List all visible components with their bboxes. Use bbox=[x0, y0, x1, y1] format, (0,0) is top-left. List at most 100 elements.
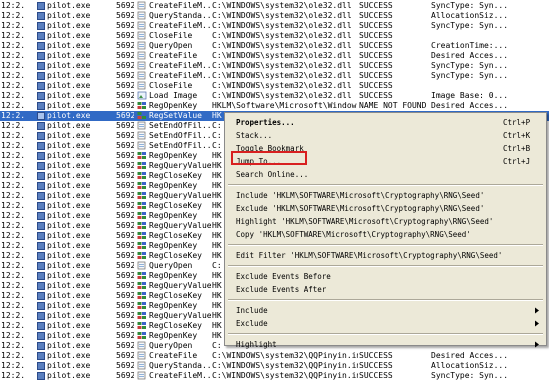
menu-item[interactable]: Include bbox=[225, 304, 546, 317]
time-cell: 12:2... bbox=[1, 101, 27, 110]
file-icon bbox=[137, 71, 147, 80]
registry-icon bbox=[137, 111, 147, 120]
pid-cell: 5692 bbox=[116, 291, 134, 300]
menu-item[interactable]: Search Online... bbox=[225, 168, 546, 181]
table-row[interactable]: 12:2... pilot.exe 5692 CloseFile C:\WINDOWS\… bbox=[0, 31, 549, 41]
operation-cell: RegOpenKey bbox=[149, 151, 198, 160]
table-row[interactable]: 12:2... pilot.exe 5692 CreateFileM...C:\WIN… bbox=[0, 371, 549, 381]
file-icon bbox=[137, 61, 147, 70]
pid-cell: 5692 bbox=[116, 51, 134, 60]
pid-cell: 5692 bbox=[116, 251, 134, 260]
menu-separator bbox=[228, 299, 543, 301]
table-row[interactable]: 12:2... pilot.exe 5692 CreateFileM...C:\WIN… bbox=[0, 21, 549, 31]
menu-item[interactable]: Highlight bbox=[225, 338, 546, 351]
process-cell: pilot.exe bbox=[47, 251, 91, 260]
registry-icon bbox=[137, 201, 147, 210]
result-cell: SUCCESS bbox=[359, 61, 393, 70]
table-row[interactable]: 12:2... pilot.exe 5692 CreateFileM...C:\WIN… bbox=[0, 1, 549, 11]
table-row[interactable]: 12:2... pilot.exe 5692 CreateFile C:\WINDOWS… bbox=[0, 351, 549, 361]
detail-cell: CreationTime:... bbox=[431, 41, 509, 50]
menu-item[interactable]: Edit Filter 'HKLM\SOFTWARE\Microsoft\Cry… bbox=[225, 249, 546, 262]
file-icon bbox=[137, 121, 147, 130]
menu-item[interactable]: Copy 'HKLM\SOFTWARE\Microsoft\Cryptograp… bbox=[225, 228, 546, 241]
pid-cell: 5692 bbox=[116, 201, 134, 210]
menu-item[interactable]: Exclude 'HKLM\SOFTWARE\Microsoft\Cryptog… bbox=[225, 202, 546, 215]
time-cell: 12:2... bbox=[1, 341, 27, 350]
process-icon bbox=[37, 232, 45, 240]
time-cell: 12:2... bbox=[1, 131, 27, 140]
operation-cell: RegCloseKey bbox=[149, 201, 202, 210]
process-cell: pilot.exe bbox=[47, 131, 91, 140]
operation-cell: RegOpenKey bbox=[149, 211, 198, 220]
registry-icon bbox=[137, 221, 147, 230]
result-cell: SUCCESS bbox=[359, 11, 393, 20]
table-row[interactable]: 12:2... pilot.exe 5692 CreateFileM...C:\WIN… bbox=[0, 61, 549, 71]
pid-cell: 5692 bbox=[116, 1, 134, 10]
table-row[interactable]: 12:2... pilot.exe 5692 CloseFile C:\WINDOWS\… bbox=[0, 81, 549, 91]
result-cell: SUCCESS bbox=[359, 31, 393, 40]
table-row[interactable]: 12:2... pilot.exe 5692 QueryStanda...C:\WIN… bbox=[0, 11, 549, 21]
pid-cell: 5692 bbox=[116, 11, 134, 20]
process-icon bbox=[37, 362, 45, 370]
registry-icon bbox=[137, 271, 147, 280]
table-row[interactable]: 12:2... pilot.exe 5692 CreateFileM...C:\WIN… bbox=[0, 71, 549, 81]
menu-item[interactable]: Stack... Ctrl+K bbox=[225, 129, 546, 142]
table-row[interactable]: 12:2... pilot.exe 5692 Load Image C:\WINDOWS… bbox=[0, 91, 549, 101]
file-icon bbox=[137, 31, 147, 40]
pid-cell: 5692 bbox=[116, 371, 134, 380]
pid-cell: 5692 bbox=[116, 111, 134, 120]
pid-cell: 5692 bbox=[116, 211, 134, 220]
detail-cell bbox=[431, 81, 549, 91]
operation-cell: CreateFileM... bbox=[149, 61, 211, 70]
menu-item[interactable]: Include 'HKLM\SOFTWARE\Microsoft\Cryptog… bbox=[225, 189, 546, 202]
process-icon bbox=[37, 352, 45, 360]
process-cell: pilot.exe bbox=[47, 231, 91, 240]
process-icon bbox=[37, 192, 45, 200]
time-cell: 12:2... bbox=[1, 191, 27, 200]
result-cell: SUCCESS bbox=[359, 41, 393, 50]
pid-cell: 5692 bbox=[116, 271, 134, 280]
process-cell: pilot.exe bbox=[47, 41, 91, 50]
detail-cell: SyncType: Syn... bbox=[431, 61, 509, 70]
time-cell: 12:2... bbox=[1, 241, 27, 250]
menu-item[interactable]: Highlight 'HKLM\SOFTWARE\Microsoft\Crypt… bbox=[225, 215, 546, 228]
table-row[interactable]: 12:2... pilot.exe 5692 CreateFile C:\WINDOWS… bbox=[0, 51, 549, 61]
table-row[interactable]: 12:2... pilot.exe 5692 QueryOpen C:\WINDOWS\… bbox=[0, 41, 549, 51]
operation-cell: SetEndOfFil... bbox=[149, 131, 211, 140]
time-cell: 12:2... bbox=[1, 81, 27, 90]
path-cell: C:\WINDOWS\system32\QQPinyin.ime bbox=[212, 351, 358, 360]
result-cell: SUCCESS bbox=[359, 71, 393, 80]
time-cell: 12:2... bbox=[1, 211, 27, 220]
registry-icon bbox=[137, 311, 147, 320]
pid-cell: 5692 bbox=[116, 351, 134, 360]
file-icon bbox=[137, 351, 147, 360]
menu-item-label: Edit Filter 'HKLM\SOFTWARE\Microsoft\Cry… bbox=[236, 251, 503, 260]
detail-cell: SyncType: Syn... bbox=[431, 371, 509, 380]
process-cell: pilot.exe bbox=[47, 201, 91, 210]
time-cell: 12:2... bbox=[1, 281, 27, 290]
time-cell: 12:2... bbox=[1, 151, 27, 160]
operation-cell: QueryOpen bbox=[149, 261, 193, 270]
annotation-box bbox=[231, 151, 307, 165]
menu-item[interactable]: Exclude bbox=[225, 317, 546, 330]
operation-cell: CreateFile bbox=[149, 351, 198, 360]
process-icon bbox=[37, 12, 45, 20]
menu-item[interactable]: Exclude Events Before bbox=[225, 270, 546, 283]
menu-item[interactable]: Exclude Events After bbox=[225, 283, 546, 296]
process-icon bbox=[37, 342, 45, 350]
pid-cell: 5692 bbox=[116, 41, 134, 50]
table-row[interactable]: 12:2... pilot.exe 5692 RegOpenKey HKLM\Softw… bbox=[0, 101, 549, 111]
file-icon bbox=[137, 51, 147, 60]
process-icon bbox=[37, 52, 45, 60]
menu-item[interactable]: Properties... Ctrl+P bbox=[225, 116, 546, 129]
process-icon bbox=[37, 62, 45, 70]
table-row[interactable]: 12:2... pilot.exe 5692 QueryStanda...C:\WIN… bbox=[0, 361, 549, 371]
process-cell: pilot.exe bbox=[47, 21, 91, 30]
operation-cell: QueryOpen bbox=[149, 41, 193, 50]
process-icon bbox=[37, 2, 45, 10]
time-cell: 12:2... bbox=[1, 231, 27, 240]
time-cell: 12:2... bbox=[1, 311, 27, 320]
pid-cell: 5692 bbox=[116, 151, 134, 160]
process-icon bbox=[37, 202, 45, 210]
time-cell: 12:2... bbox=[1, 161, 27, 170]
